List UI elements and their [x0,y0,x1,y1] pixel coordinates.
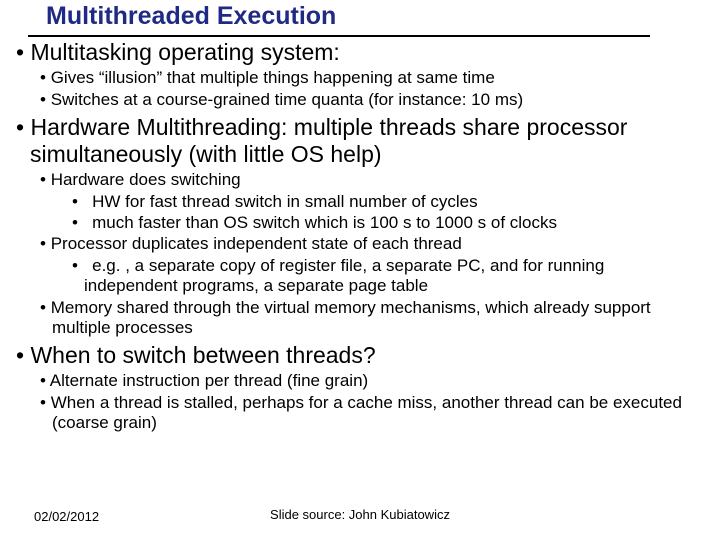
bullet-l1: Multitasking operating system: [12,39,700,66]
slide: Multithreaded Execution Multitasking ope… [0,0,720,540]
bullet-sublist: Hardware does switching HW for fast thre… [12,170,700,338]
bullet-l2: Memory shared through the virtual memory… [40,298,700,339]
bullet-l3: much faster than OS switch which is 100 … [72,213,700,233]
slide-title: Multithreaded Execution [0,0,720,35]
bullet-sublist: Gives “illusion” that multiple things ha… [12,68,700,110]
footer-source: Slide source: John Kubiatowicz [0,507,720,522]
title-underline [28,35,650,37]
bullet-l3: e.g. , a separate copy of register file,… [72,256,700,297]
bullet-subsublist: HW for fast thread switch in small numbe… [40,192,700,234]
bullet-l2: Switches at a course-grained time quanta… [40,90,700,110]
bullet-l2: Hardware does switching [40,170,700,190]
bullet-l3: HW for fast thread switch in small numbe… [72,192,700,212]
bullet-l2: Gives “illusion” that multiple things ha… [40,68,700,88]
bullet-l1: When to switch between threads? [12,342,700,369]
slide-body: Multitasking operating system: Gives “il… [0,39,720,434]
bullet-subsublist: e.g. , a separate copy of register file,… [40,256,700,297]
bullet-list: Multitasking operating system: Gives “il… [12,39,700,434]
bullet-l2: Alternate instruction per thread (fine g… [40,371,700,391]
bullet-l1: Hardware Multithreading: multiple thread… [12,114,700,168]
bullet-sublist: Alternate instruction per thread (fine g… [12,371,700,433]
bullet-l2: Processor duplicates independent state o… [40,234,700,254]
bullet-l2: When a thread is stalled, perhaps for a … [40,393,700,434]
